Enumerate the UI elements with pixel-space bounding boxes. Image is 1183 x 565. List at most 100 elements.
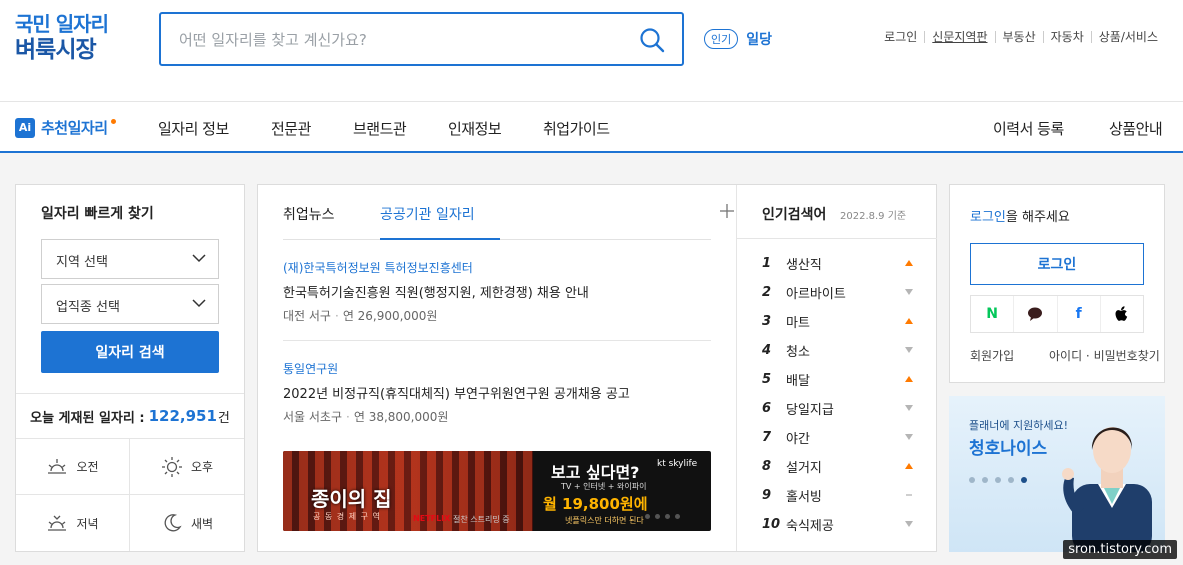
nav-ai-recommend[interactable]: Ai 추천일자리: [15, 117, 116, 138]
util-login[interactable]: 로그인: [877, 31, 924, 43]
article-title[interactable]: 2022년 비정규직(휴직대체직) 부연구위원연구원 공개채용 공고: [283, 383, 711, 402]
news-tabs: 취업뉴스 공공기관 일자리: [283, 185, 734, 240]
popular-keyword-row[interactable]: 5 배달: [762, 369, 914, 389]
nav-brand[interactable]: 브랜드관: [353, 118, 407, 139]
time-afternoon-label: 오후: [190, 460, 214, 474]
banner-sub2: 넷플릭스만 더하면 된다: [565, 516, 644, 525]
header: 국민 일자리 벼룩시장 인기 일당 로그인 신문지역판 부동산 자동차 상품/서…: [0, 0, 1183, 101]
region-select[interactable]: 지역 선택: [41, 239, 219, 279]
popular-keyword[interactable]: 설거지: [786, 457, 904, 476]
search-box: [159, 12, 684, 66]
popular-keyword[interactable]: 생산직: [786, 254, 904, 273]
promo-person-image: [1062, 427, 1152, 552]
today-label: 오늘 게재된 일자리 :: [30, 410, 145, 426]
banner-tagline: 공 동 경 제 구 역: [313, 512, 381, 521]
today-unit: 건: [217, 410, 230, 426]
nav-resume-register[interactable]: 이력서 등록: [993, 118, 1064, 139]
popular-keyword-row[interactable]: 7 야간: [762, 427, 914, 447]
trend-down-icon: [905, 289, 913, 295]
util-newspaper-region[interactable]: 신문지역판: [924, 31, 994, 43]
article-meta: 대전 서구 · 연 26,900,000원: [283, 309, 438, 323]
popular-rank: 3: [762, 313, 772, 329]
popular-keyword-row[interactable]: 8 설거지: [762, 456, 914, 476]
time-evening[interactable]: 저녁: [16, 495, 130, 551]
tab-public-jobs[interactable]: 공공기관 일자리: [380, 204, 475, 224]
popular-keyword[interactable]: 청소: [786, 341, 904, 360]
popular-keyword-row[interactable]: 9 홀서빙: [762, 485, 914, 505]
nav-product-info[interactable]: 상품안내: [1109, 118, 1163, 139]
hot-keyword[interactable]: 인기 일당: [704, 29, 772, 49]
ad-banner[interactable]: 종이의 집 공 동 경 제 구 역 NETFLIX 절찬 스트리밍 중 보고 싶…: [283, 451, 711, 531]
popular-keyword[interactable]: 숙식제공: [786, 515, 904, 534]
hot-keyword-text[interactable]: 일당: [746, 29, 772, 49]
naver-login-icon[interactable]: N: [971, 296, 1013, 332]
popular-keywords: 인기검색어 2022.8.9 기준 1 생산직 2 아르바이트 3 마트 4 청소 5 배달 6 당일…: [736, 185, 937, 551]
time-morning[interactable]: 오전: [16, 439, 130, 495]
banner-brand: kt skylife: [657, 459, 698, 469]
quick-search-panel: 일자리 빠르게 찾기 지역 선택 업직종 선택 일자리 검색 오늘 게재된 일자…: [15, 184, 245, 552]
new-dot-icon: [110, 119, 116, 124]
trend-up-icon: [905, 463, 913, 469]
article-location: 서울 서초구: [283, 410, 343, 424]
article-org[interactable]: (재)한국특허정보원 특허정보진흥센터: [283, 259, 711, 276]
tab-job-news[interactable]: 취업뉴스: [283, 204, 335, 224]
facebook-login-icon[interactable]: f: [1056, 296, 1100, 332]
popular-keyword[interactable]: 아르바이트: [786, 283, 904, 302]
popular-keyword[interactable]: 마트: [786, 312, 904, 331]
time-afternoon[interactable]: 오후: [130, 439, 244, 495]
nav-career-guide[interactable]: 취업가이드: [543, 118, 610, 139]
popular-rank: 2: [762, 284, 772, 300]
popular-keyword-row[interactable]: 3 마트: [762, 311, 914, 331]
popular-keyword-row[interactable]: 6 당일지급: [762, 398, 914, 418]
watermark: sron.tistory.com: [1063, 540, 1177, 559]
site-logo[interactable]: 국민 일자리 벼룩시장: [15, 11, 109, 63]
signup-link[interactable]: 회원가입: [970, 347, 1014, 364]
time-filter-grid: 오전 오후 저녁 새벽: [16, 439, 244, 551]
trend-down-icon: [905, 434, 913, 440]
trend-down-icon: [905, 405, 913, 411]
popular-keyword[interactable]: 배달: [786, 370, 904, 389]
trend-same-icon: [906, 494, 912, 496]
industry-select-label: 업직종 선택: [56, 300, 120, 315]
search-input[interactable]: [179, 26, 619, 54]
time-evening-label: 저녁: [76, 516, 99, 531]
nav-talent[interactable]: 인재정보: [448, 118, 502, 139]
article-item[interactable]: 통일연구원 2022년 비정규직(휴직대체직) 부연구위원연구원 공개채용 공고…: [283, 360, 711, 425]
article-item[interactable]: (재)한국특허정보원 특허정보진흥센터 한국특허기술진흥원 직원(행정지원, 제…: [283, 259, 711, 324]
time-dawn[interactable]: 새벽: [130, 495, 244, 551]
search-icon[interactable]: [638, 26, 666, 54]
popular-keyword[interactable]: 당일지급: [786, 399, 904, 418]
login-prompt-rest: 을 해주세요: [1005, 210, 1070, 225]
promo-pagination[interactable]: [969, 477, 1027, 483]
promo-banner[interactable]: 플래너에 지원하세요! 청호나이스: [949, 396, 1165, 552]
banner-pagination[interactable]: [645, 514, 680, 519]
time-dawn-label: 새벽: [190, 516, 214, 531]
nav-job-info[interactable]: 일자리 정보: [158, 118, 229, 139]
popular-keyword-row[interactable]: 4 청소: [762, 340, 914, 360]
util-products[interactable]: 상품/서비스: [1090, 31, 1165, 43]
plus-icon[interactable]: [720, 204, 734, 218]
nav-specialty[interactable]: 전문관: [271, 118, 311, 139]
popular-rank: 1: [762, 255, 772, 271]
job-search-button[interactable]: 일자리 검색: [41, 331, 219, 373]
quick-search-title: 일자리 빠르게 찾기: [41, 206, 154, 222]
login-button[interactable]: 로그인: [970, 243, 1144, 285]
apple-login-icon[interactable]: [1099, 296, 1143, 332]
popular-keyword[interactable]: 홀서빙: [786, 486, 904, 505]
login-prompt: 로그인을 해주세요: [970, 206, 1070, 225]
util-real-estate[interactable]: 부동산: [994, 31, 1043, 43]
login-prompt-link[interactable]: 로그인: [970, 210, 1006, 225]
util-car[interactable]: 자동차: [1042, 31, 1091, 43]
industry-select[interactable]: 업직종 선택: [41, 284, 219, 324]
find-account-link[interactable]: 아이디 · 비밀번호찾기: [1049, 347, 1160, 364]
popular-keyword-row[interactable]: 2 아르바이트: [762, 282, 914, 302]
kakao-login-icon[interactable]: [1013, 296, 1056, 332]
popular-keyword[interactable]: 야간: [786, 428, 904, 447]
social-login: N f: [970, 295, 1144, 333]
article-org[interactable]: 통일연구원: [283, 360, 711, 377]
popular-keyword-row[interactable]: 1 생산직: [762, 253, 914, 273]
article-meta: 서울 서초구 · 연 38,800,000원: [283, 410, 449, 424]
popular-keyword-row[interactable]: 10 숙식제공: [762, 514, 914, 534]
article-title[interactable]: 한국특허기술진흥원 직원(행정지원, 제한경쟁) 채용 안내: [283, 282, 711, 301]
banner-headline: 보고 싶다면?: [551, 463, 640, 482]
